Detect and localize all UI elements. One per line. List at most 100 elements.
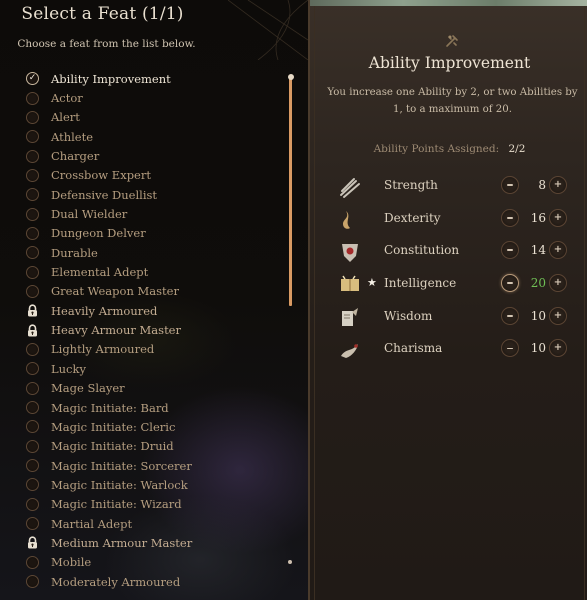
feat-item[interactable]: Dual Wielder [26,204,276,223]
ability-value: 16 [530,210,546,225]
increase-strength-button[interactable] [549,176,567,194]
feat-item[interactable]: Mage Slayer [26,379,276,398]
radio-icon[interactable] [26,265,39,279]
increase-dexterity-button[interactable] [549,208,567,227]
feat-item[interactable]: Heavily Armoured [26,301,276,320]
feat-item[interactable]: Lucky [26,359,276,378]
feat-item[interactable]: Medium Armour Master [26,533,276,552]
feat-item[interactable]: Elemental Adept [26,262,276,281]
feat-label: Magic Initiate: Bard [51,400,169,415]
ability-name: Constitution [384,243,460,258]
decrease-strength-button[interactable] [501,176,519,194]
feat-label: Great Weapon Master [51,284,179,299]
strength-icon [340,178,360,198]
feat-label: Martial Adept [51,516,133,531]
points-value: 2/2 [508,143,526,155]
radio-icon[interactable] [26,110,39,124]
feat-item[interactable]: Magic Initiate: Warlock [26,475,276,494]
feat-item[interactable]: Moderately Armoured [26,572,276,591]
radio-icon[interactable] [26,381,39,395]
scrollbar-end-marker [288,560,292,564]
feat-item[interactable]: Charger [26,146,276,165]
ability-value: 8 [538,178,546,192]
radio-icon[interactable] [26,168,39,182]
feat-item[interactable]: Ability Improvement [26,69,276,88]
feat-item[interactable]: Durable [26,243,276,262]
ability-row-intelligence: ★ Intelligence 20 [330,269,580,302]
feat-item[interactable]: Mobile [26,553,276,572]
feat-item[interactable]: Magic Initiate: Wizard [26,495,276,514]
increase-wisdom-button[interactable] [549,306,567,325]
lock-icon [28,304,37,317]
feat-label: Magic Initiate: Wizard [51,497,182,512]
radio-icon[interactable] [26,149,39,163]
radio-icon[interactable] [26,401,39,415]
radio-icon[interactable] [26,226,39,240]
feat-label: Medium Armour Master [51,535,193,550]
increase-intelligence-button[interactable] [549,274,567,293]
ability-points-assigned: Ability Points Assigned: 2/2 [310,143,587,155]
radio-icon[interactable] [26,284,39,298]
feat-label: Moderately Armoured [51,574,181,589]
feat-item[interactable]: Martial Adept [26,514,276,533]
ability-value: 20 [530,276,546,291]
radio-icon[interactable] [26,420,39,434]
radio-icon[interactable] [26,517,39,531]
radio-icon[interactable] [26,575,39,589]
feat-item[interactable]: Crossbow Expert [26,166,276,185]
feat-list-scrollbar[interactable] [288,74,294,564]
feat-label: Magic Initiate: Druid [51,439,174,454]
feat-label: Alert [51,110,80,125]
feat-item[interactable]: Heavy Armour Master [26,320,276,339]
radio-icon[interactable] [26,342,39,356]
decrease-dexterity-button[interactable] [501,208,519,227]
feat-title: Ability Improvement [368,54,531,72]
feat-item[interactable]: Lightly Armoured [26,340,276,359]
lock-icon [28,324,37,337]
radio-icon[interactable] [26,459,39,473]
charisma-icon [341,344,358,359]
ability-name: Strength [384,178,438,192]
feat-item[interactable]: Dungeon Delver [26,224,276,243]
increase-constitution-button[interactable] [549,241,567,260]
radio-icon[interactable] [26,478,39,492]
radio-icon[interactable] [26,246,39,260]
feat-item[interactable]: Magic Initiate: Druid [26,437,276,456]
decorative-ornament [228,0,308,60]
radio-icon[interactable] [26,130,39,144]
decrease-charisma-button[interactable] [501,339,519,358]
radio-icon[interactable] [26,497,39,511]
decrease-intelligence-button[interactable] [501,274,519,293]
scrollbar-thumb[interactable] [288,74,294,306]
radio-icon[interactable] [26,188,39,202]
ability-name: Wisdom [384,308,433,323]
scrollbar-knob[interactable] [288,74,294,80]
feat-item[interactable]: Athlete [26,127,276,146]
ability-row-constitution: Constitution 14 [330,236,580,269]
feat-label: Elemental Adept [51,265,149,280]
feat-item[interactable]: Magic Initiate: Cleric [26,417,276,436]
feat-item[interactable]: Great Weapon Master [26,282,276,301]
feat-item[interactable]: Actor [26,88,276,107]
increase-charisma-button[interactable] [549,339,567,358]
points-label: Ability Points Assigned: [373,143,500,155]
feat-label: Heavily Armoured [51,303,158,318]
radio-icon[interactable] [26,362,39,376]
feat-item[interactable]: Defensive Duellist [26,185,276,204]
radio-icon[interactable] [26,555,39,569]
radio-icon[interactable] [26,91,39,105]
radio-checked-icon[interactable] [26,72,39,86]
decrease-wisdom-button[interactable] [501,306,519,325]
radio-icon[interactable] [26,207,39,221]
feat-selection-panel: Select a Feat (1/1) Choose a feat from t… [0,0,308,600]
wisdom-icon [342,307,358,326]
feat-label: Magic Initiate: Sorcerer [51,458,192,473]
radio-icon[interactable] [26,439,39,453]
feat-item[interactable]: Alert [26,108,276,127]
ability-list: Strength 8 Dexterity 16 Constitution 14 ★ Intel… [330,171,580,367]
feat-item[interactable]: Magic Initiate: Sorcerer [26,456,276,475]
decrease-constitution-button[interactable] [501,241,519,260]
feat-item[interactable]: Magic Initiate: Bard [26,398,276,417]
feat-label: Defensive Duellist [51,187,158,202]
panel-subtitle: Choose a feat from the list below. [17,38,196,50]
